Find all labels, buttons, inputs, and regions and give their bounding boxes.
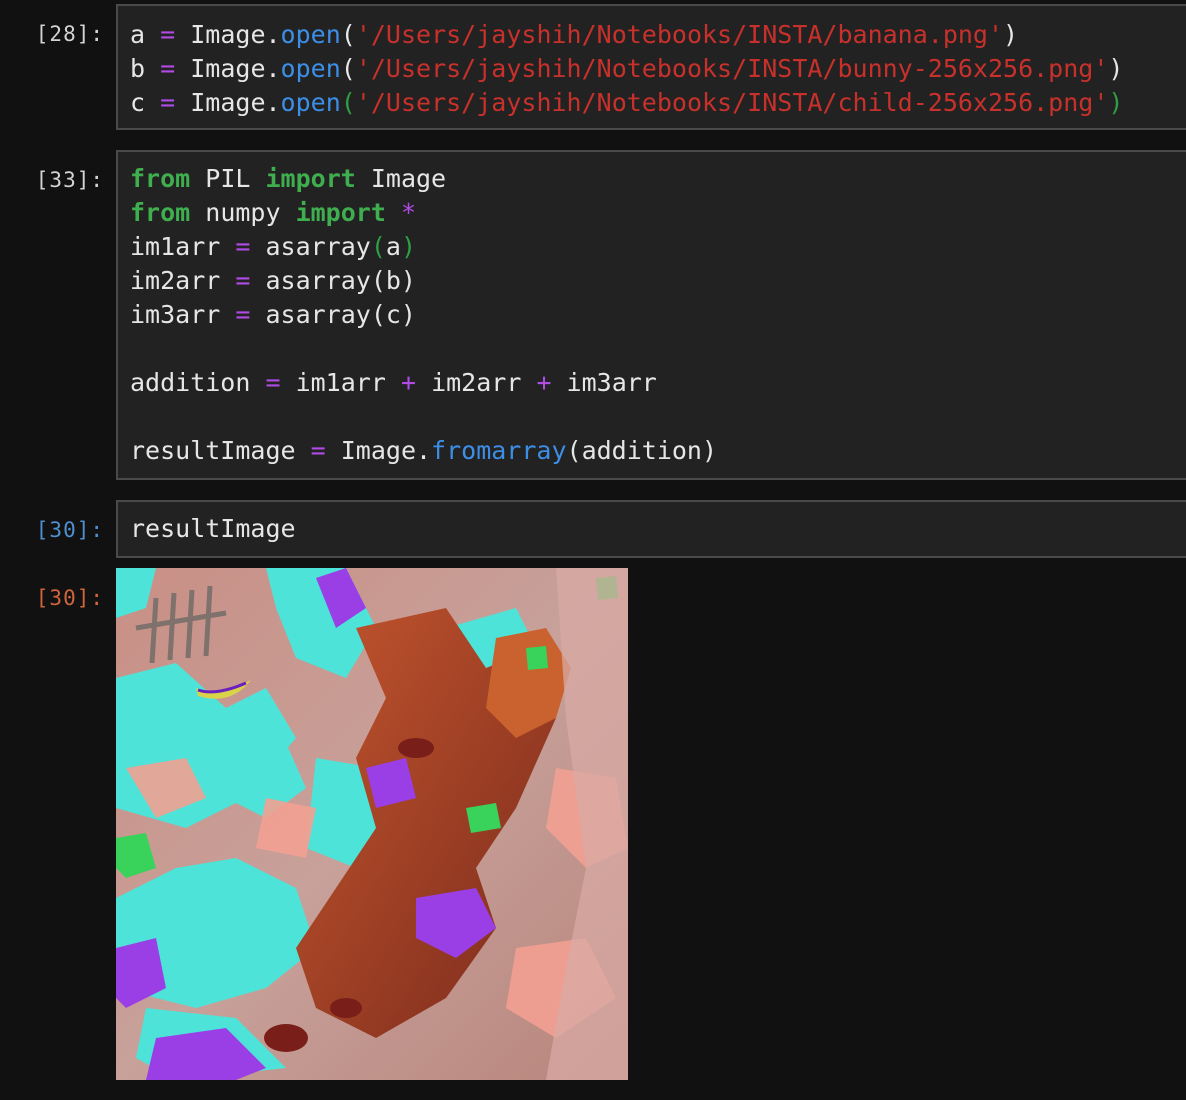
code-line: im2arr = asarray(b) [130, 264, 717, 298]
code-token: ) [1003, 20, 1019, 49]
code-token: PIL [190, 164, 266, 193]
code-token: asarray [250, 232, 371, 261]
code-token: = [160, 54, 176, 83]
code-token: '/Users/jayshih/Notebooks/INSTA/child-25… [355, 88, 1109, 117]
code-token: asarray(b) [250, 266, 416, 295]
cell-3-prompt: [30]: [35, 518, 104, 542]
code-token: asarray(c) [250, 300, 416, 329]
code-cell-1-source[interactable]: a = Image.open('/Users/jayshih/Notebooks… [130, 18, 1123, 120]
code-token: = [160, 20, 176, 49]
code-token: = [235, 300, 251, 329]
code-token: numpy [190, 198, 296, 227]
code-line: b = Image.open('/Users/jayshih/Notebooks… [130, 52, 1123, 86]
code-token: open [280, 54, 341, 83]
code-token: Image. [175, 20, 281, 49]
code-token: from [130, 198, 191, 227]
code-token: ( [340, 88, 356, 117]
code-token: addition [130, 368, 266, 397]
code-token: Image. [325, 436, 432, 465]
code-token: + [536, 368, 552, 397]
code-token: = [235, 232, 251, 261]
code-token: im1arr [280, 368, 401, 397]
code-token: im2arr [130, 266, 236, 295]
code-token: a [385, 232, 401, 261]
code-cell-3-source[interactable]: resultImage [130, 512, 296, 546]
code-line: resultImage = Image.fromarray(addition) [130, 434, 717, 468]
code-token: resultImage [130, 436, 311, 465]
code-token: im2arr [416, 368, 537, 397]
code-token: import [265, 164, 356, 193]
code-token: + [400, 368, 417, 397]
code-token: = [160, 88, 176, 117]
code-line: addition = im1arr + im2arr + im3arr [130, 366, 717, 400]
result-image [116, 568, 628, 1080]
code-token: ( [340, 20, 356, 49]
code-token: = [235, 266, 251, 295]
code-cell-2[interactable]: from PIL import Image from numpy import *… [116, 150, 1186, 480]
code-token: ( [340, 54, 356, 83]
code-token: open [280, 20, 341, 49]
code-line: im1arr = asarray(a) [130, 230, 717, 264]
code-cell-2-source[interactable]: from PIL import Image from numpy import *… [130, 162, 717, 468]
code-token: import [295, 198, 386, 227]
code-cell-3[interactable]: resultImage [116, 500, 1186, 558]
code-token: c [130, 88, 146, 117]
code-token: '/Users/jayshih/Notebooks/INSTA/bunny-25… [355, 54, 1109, 83]
code-token: im3arr [551, 368, 657, 397]
output-prompt: [30]: [35, 586, 104, 610]
result-image-graphic [116, 568, 628, 1080]
code-token: * [400, 198, 417, 227]
cell-2-prompt: [33]: [35, 168, 104, 192]
code-token: = [310, 436, 326, 465]
code-token: Image. [175, 54, 281, 83]
code-token: = [265, 368, 281, 397]
code-token: Image. [175, 88, 281, 117]
code-token: ( [370, 232, 386, 261]
code-token: '/Users/jayshih/Notebooks/INSTA/banana.p… [355, 20, 1004, 49]
cell-1-prompt: [28]: [35, 22, 104, 46]
code-line: from PIL import Image [130, 162, 717, 196]
code-token: b [130, 54, 146, 83]
code-token: resultImage [130, 514, 296, 543]
code-token: Image [355, 164, 447, 193]
code-line: a = Image.open('/Users/jayshih/Notebooks… [130, 18, 1123, 52]
code-token: im1arr [130, 232, 236, 261]
code-token: from [130, 164, 191, 193]
code-token: ) [1108, 54, 1124, 83]
code-cell-1[interactable]: a = Image.open('/Users/jayshih/Notebooks… [116, 4, 1186, 130]
code-line: c = Image.open('/Users/jayshih/Notebooks… [130, 86, 1123, 120]
code-line: im3arr = asarray(c) [130, 298, 717, 332]
code-token: open [280, 88, 341, 117]
code-token: fromarray [431, 436, 567, 465]
code-token: (addition) [566, 436, 718, 465]
code-line: from numpy import * [130, 196, 717, 230]
code-token: ) [1108, 88, 1124, 117]
code-line: resultImage [130, 512, 296, 546]
code-token: a [130, 20, 146, 49]
code-token: ) [400, 232, 417, 261]
code-token: im3arr [130, 300, 236, 329]
